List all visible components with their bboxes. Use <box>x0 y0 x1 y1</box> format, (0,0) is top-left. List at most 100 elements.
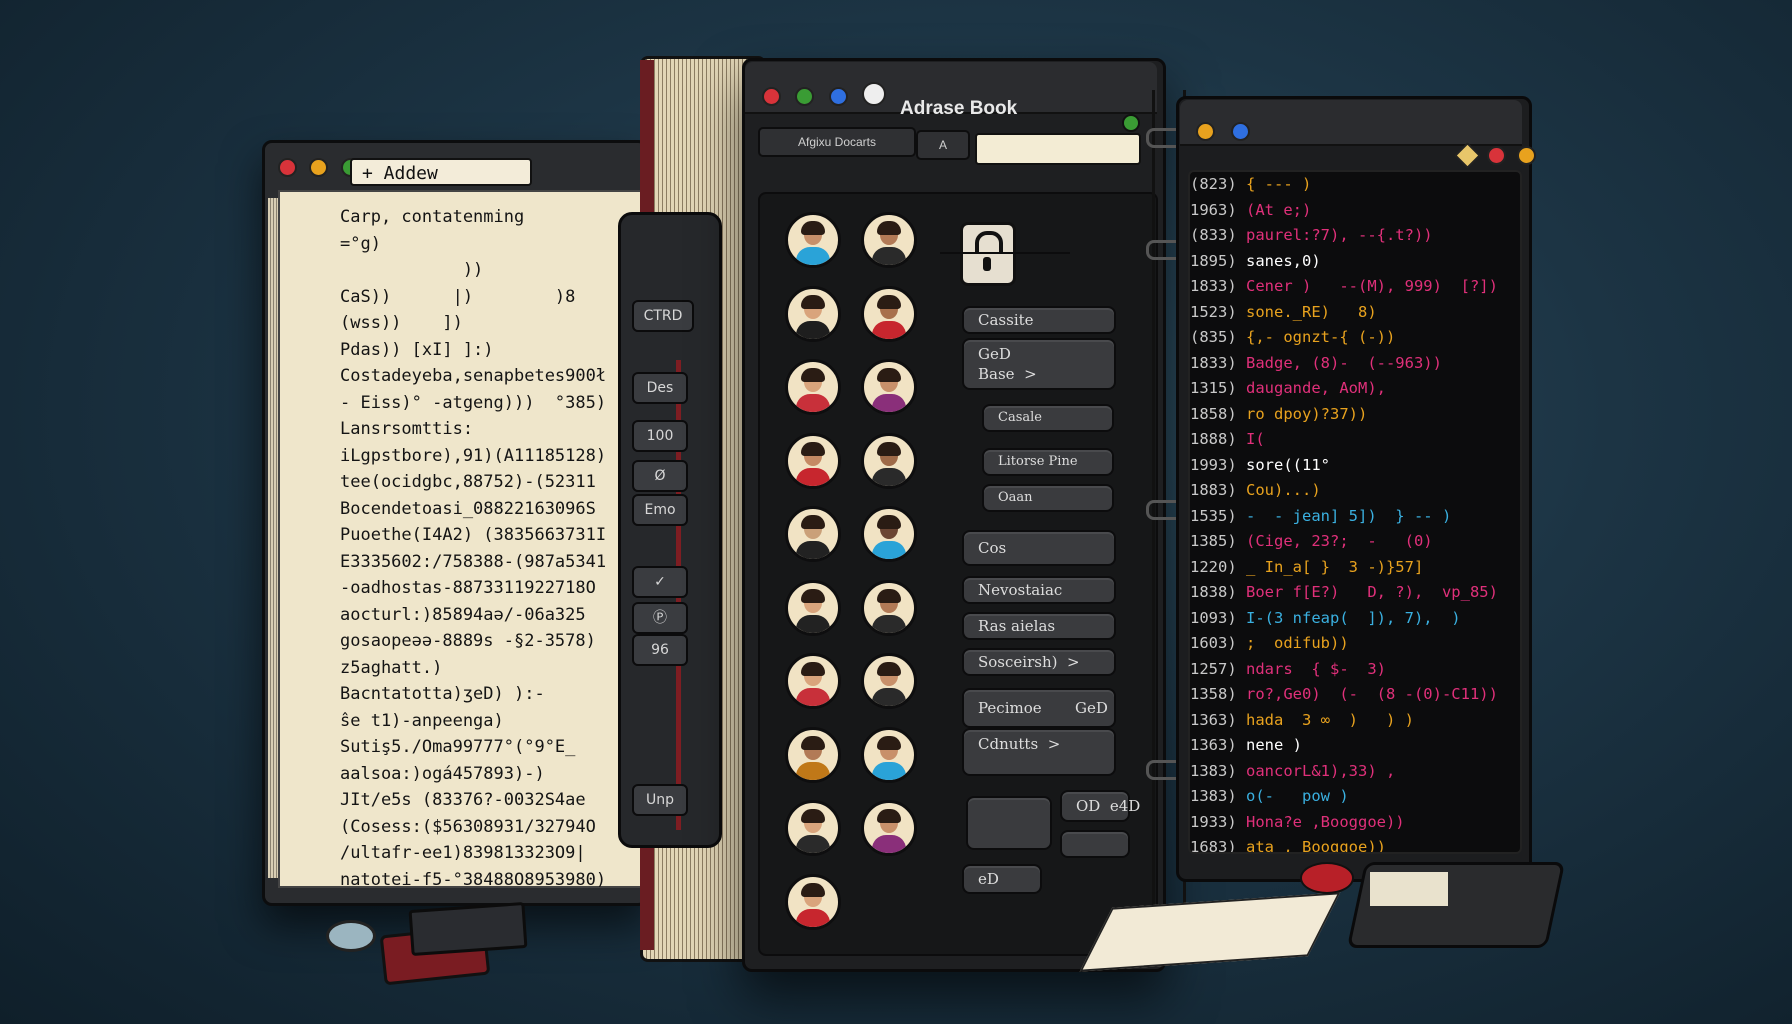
contact-text-line: - Eiss)° -atgeng))) °385) <box>340 392 607 413</box>
main-window-controls <box>762 82 887 111</box>
contact-text-line: (wss)) ]) <box>340 313 463 333</box>
menu-button[interactable]: Cassite <box>962 306 1116 334</box>
diamond-icon[interactable] <box>1454 142 1481 169</box>
minimize-button[interactable] <box>1516 146 1536 165</box>
close-button[interactable] <box>278 158 297 177</box>
magnifier-icon <box>326 920 376 952</box>
contact-avatar[interactable] <box>861 432 917 489</box>
spine-button[interactable]: Des <box>632 372 688 404</box>
line-number: 1383) <box>1190 787 1237 805</box>
contact-avatar[interactable] <box>785 359 841 415</box>
toolbar-field[interactable]: Afgixu Docarts <box>758 127 916 157</box>
code-text: sone._RE) 8) <box>1236 302 1377 321</box>
main-window-title: Adrase Book <box>900 98 1018 119</box>
menu-button[interactable] <box>966 796 1052 850</box>
contact-avatar[interactable] <box>861 359 917 415</box>
menu-button[interactable]: Pecimoe GeD <box>962 688 1116 728</box>
contact-avatar[interactable] <box>785 506 841 562</box>
search-input[interactable] <box>975 133 1141 165</box>
code-line: 1833) Badge, (8)- (--963)) <box>1190 351 1520 377</box>
code-text: Badge, (8)- (--963)) <box>1236 353 1442 372</box>
minimize-button[interactable] <box>1196 122 1215 141</box>
contact-avatar[interactable] <box>861 212 917 268</box>
contact-text-line: Sutiş5./Oma99777°(°9°E_ <box>340 737 576 757</box>
contact-avatar[interactable] <box>861 800 917 856</box>
menu-button[interactable]: Sosceirsh) > <box>962 648 1116 676</box>
menu-button[interactable]: eD <box>962 864 1042 894</box>
contact-text-line: Bocendetoasi_08822163096S <box>340 498 596 519</box>
spine-button[interactable]: 100 <box>632 420 688 452</box>
spine-button[interactable]: 96 <box>632 634 688 666</box>
close-button[interactable] <box>762 87 781 106</box>
spine-button[interactable]: Unp <box>632 784 688 816</box>
code-text: Hona?e ,Booggoe)) <box>1236 812 1405 831</box>
contact-text-line: gosaopeəə-8889s -§2-3578) <box>340 631 596 651</box>
contact-text-line: =°g) <box>340 233 381 254</box>
line-number: 1993) <box>1190 455 1237 474</box>
menu-button[interactable]: Ras aielas <box>962 612 1116 640</box>
spine-button[interactable]: Ø <box>632 460 688 492</box>
code-line: 1535) - - jean] 5]) } -- ) <box>1190 504 1520 530</box>
menu-button[interactable]: OD e4D <box>1060 790 1140 822</box>
contact-avatar[interactable] <box>785 212 841 268</box>
spine-button[interactable]: CTRD <box>632 300 694 332</box>
contact-text-line: /ultafr-ee1)839813323O9| <box>340 843 586 863</box>
left-window-controls <box>278 158 360 182</box>
contact-avatar[interactable] <box>861 653 917 709</box>
contact-text-line: aalsoa:)ogá457893)-) <box>340 763 545 784</box>
code-line: 1888) I( <box>1190 427 1520 453</box>
code-text: I-(3 nfeap( ]), 7), ) <box>1236 608 1461 627</box>
lock-icon[interactable] <box>960 222 1016 286</box>
code-text: daugande, AoM), <box>1236 379 1386 397</box>
menu-button[interactable]: Oaan <box>982 484 1114 512</box>
code-editor[interactable]: (823) { --- ) 1963) (At e;) (833) paurel:?… <box>1188 170 1522 854</box>
contact-avatar[interactable] <box>785 873 841 930</box>
contact-text-line: Pdas)) [xI] ]:) <box>340 339 494 360</box>
contact-avatar[interactable] <box>785 800 841 856</box>
line-number: 1838) <box>1190 583 1237 601</box>
contact-avatar[interactable] <box>785 726 841 783</box>
menu-button[interactable] <box>1060 830 1130 858</box>
contact-avatar[interactable] <box>785 579 841 636</box>
code-line: 1833) Cener ) --(M), 999) [?]) <box>1190 274 1520 300</box>
spine-button[interactable]: ✓ <box>632 566 688 598</box>
line-number: 1883) <box>1190 481 1237 499</box>
contact-text-line: JIt/e5s (83376?-0032S4ae <box>340 790 586 810</box>
menu-button[interactable]: GeD Base > <box>962 338 1116 390</box>
line-number: 1683) <box>1190 838 1237 854</box>
code-line: (823) { --- ) <box>1190 172 1520 198</box>
spine-button[interactable]: Emo <box>632 494 688 526</box>
contact-avatar[interactable] <box>785 653 841 709</box>
menu-button[interactable]: Litorse Pine <box>982 448 1114 476</box>
line-number: 1363) <box>1190 736 1237 754</box>
maximize-button[interactable] <box>795 87 815 106</box>
code-line: 1358) ro?,Ge0) (- (8 -(0)-C11)) <box>1190 682 1520 708</box>
contact-avatar[interactable] <box>785 432 841 489</box>
menu-button[interactable]: Cdnutts > <box>962 728 1116 776</box>
close-button[interactable] <box>1487 146 1507 165</box>
contact-avatar[interactable] <box>861 285 917 342</box>
menu-button[interactable]: Casale <box>982 404 1114 432</box>
toolbar-a-button[interactable]: A <box>916 130 970 160</box>
code-text: paurel:?7), --{.t?)) <box>1236 226 1433 244</box>
code-text: Cou)...) <box>1236 481 1321 499</box>
line-number: (835) <box>1190 328 1237 346</box>
contact-avatar[interactable] <box>785 285 841 342</box>
contact-avatar[interactable] <box>861 579 917 636</box>
line-number: 1535) <box>1190 506 1237 525</box>
code-window-controls <box>1196 122 1251 146</box>
contacts-icon <box>862 82 887 106</box>
line-number: 1220) <box>1190 557 1237 576</box>
minimize-button[interactable] <box>309 158 329 177</box>
menu-button[interactable]: Nevostaiac <box>962 576 1116 604</box>
contact-avatar[interactable] <box>861 506 917 562</box>
contact-text-line: -oadhostas-8873311922718O <box>340 578 596 598</box>
zoom-button[interactable] <box>1231 122 1251 141</box>
contact-text-line: (Cosess:($56308931/32794O <box>340 816 596 837</box>
minimize-button[interactable] <box>828 87 848 106</box>
contact-avatar[interactable] <box>861 726 917 783</box>
menu-button[interactable]: Cos <box>962 530 1116 566</box>
spine-button[interactable]: Ⓟ <box>632 602 688 634</box>
code-line: 1838) Boer f[E?) D, ?), vp_85) <box>1190 580 1520 606</box>
code-text: I( <box>1236 430 1265 448</box>
